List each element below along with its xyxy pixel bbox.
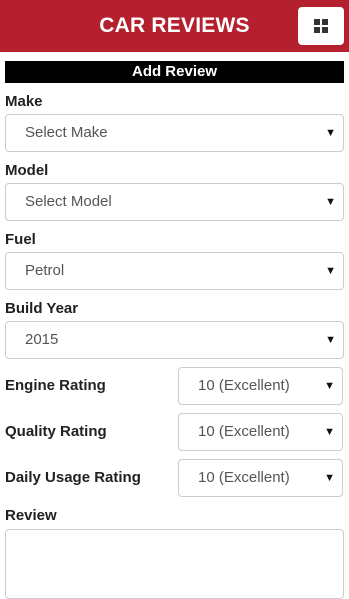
caret-down-icon: ▼ — [324, 426, 335, 438]
review-textarea[interactable] — [5, 529, 344, 599]
make-select-value: Select Make — [25, 124, 108, 141]
caret-down-icon: ▼ — [325, 334, 336, 346]
engine-rating-select-value: 10 (Excellent) — [198, 377, 290, 394]
app-title: CAR REVIEWS — [99, 14, 250, 37]
caret-down-icon: ▼ — [325, 265, 336, 277]
quality-rating-label: Quality Rating — [5, 423, 107, 440]
grid-icon — [314, 19, 328, 33]
quality-rating-select-value: 10 (Excellent) — [198, 423, 290, 440]
caret-down-icon: ▼ — [325, 196, 336, 208]
engine-rating-label: Engine Rating — [5, 377, 106, 394]
app-header: CAR REVIEWS — [0, 0, 349, 52]
fuel-select[interactable]: Petrol ▼ — [5, 252, 344, 290]
caret-down-icon: ▼ — [324, 380, 335, 392]
build-year-select[interactable]: 2015 ▼ — [5, 321, 344, 359]
engine-rating-select[interactable]: 10 (Excellent) ▼ — [178, 367, 343, 405]
daily-usage-rating-label: Daily Usage Rating — [5, 469, 141, 486]
make-select[interactable]: Select Make ▼ — [5, 114, 344, 152]
caret-down-icon: ▼ — [325, 127, 336, 139]
fuel-label: Fuel — [5, 231, 36, 248]
model-select-value: Select Model — [25, 193, 112, 210]
model-select[interactable]: Select Model ▼ — [5, 183, 344, 221]
model-label: Model — [5, 162, 49, 179]
menu-button[interactable] — [298, 7, 344, 45]
caret-down-icon: ▼ — [324, 472, 335, 484]
review-label: Review — [5, 507, 57, 524]
daily-usage-rating-select[interactable]: 10 (Excellent) ▼ — [178, 459, 343, 497]
make-label: Make — [5, 93, 43, 110]
build-year-select-value: 2015 — [25, 331, 59, 348]
daily-usage-rating-select-value: 10 (Excellent) — [198, 469, 290, 486]
add-review-heading: Add Review — [5, 61, 344, 83]
build-year-label: Build Year — [5, 300, 79, 317]
quality-rating-select[interactable]: 10 (Excellent) ▼ — [178, 413, 343, 451]
fuel-select-value: Petrol — [25, 262, 65, 279]
